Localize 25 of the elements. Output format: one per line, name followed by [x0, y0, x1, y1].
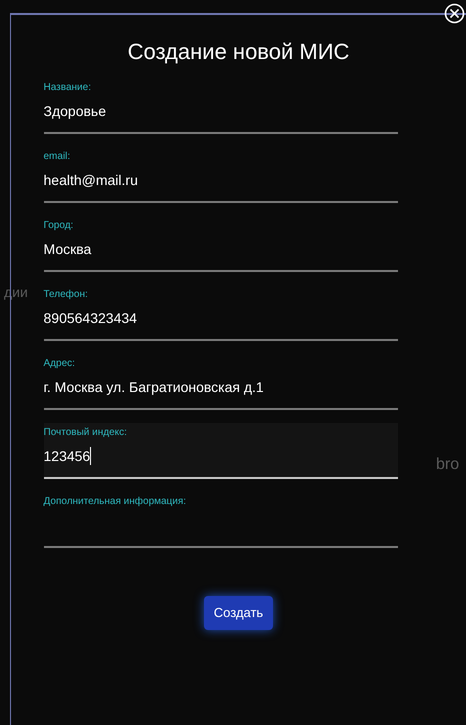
text-input-field[interactable]: email: health@mail.ru	[44, 147, 398, 203]
text-input-field[interactable]: Адрес: г. Москва ул. Багратионовская д.1	[44, 354, 398, 410]
field-value: 890564323434	[44, 308, 137, 328]
text-input-field[interactable]: Дополнительная информация:	[44, 492, 398, 548]
field-label: Телефон:	[44, 288, 88, 302]
field-label: Адрес:	[44, 357, 75, 371]
text-input-field[interactable]: Название: Здоровье	[44, 78, 398, 134]
field-label: Город:	[44, 219, 74, 233]
field-label: Название:	[44, 81, 91, 95]
field-value: 123456	[44, 446, 90, 466]
page-text: bro	[436, 455, 460, 475]
create-button[interactable]: Создать	[204, 596, 274, 630]
dialog-title: Создание новой МИС	[128, 38, 350, 66]
field-label: Почтовый индекс:	[44, 426, 127, 440]
text-input-field[interactable]: Телефон: 890564323434	[44, 285, 398, 341]
text-cursor	[90, 447, 92, 465]
text-input-field[interactable]: Почтовый индекс: 123456	[44, 423, 398, 479]
field-value: Москва	[44, 240, 92, 258]
field-value: Здоровье	[44, 102, 106, 121]
field-label: Дополнительная информация:	[44, 495, 186, 509]
field-value: г. Москва ул. Багратионовская д.1	[44, 378, 264, 397]
close-icon[interactable]	[444, 3, 465, 24]
text-input-field[interactable]: Город: Москва	[44, 216, 398, 272]
field-label: email:	[44, 150, 70, 164]
field-value: health@mail.ru	[44, 170, 138, 190]
